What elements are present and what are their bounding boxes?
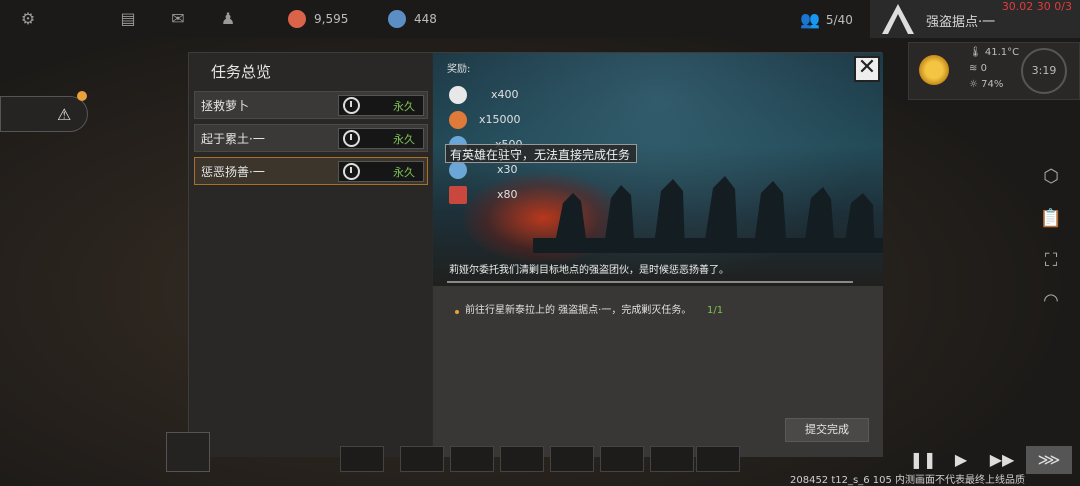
quest-artwork: 奖励: x400 x15000 x500 x30 x80 莉娅尔委托我们清剿目标… (433, 53, 883, 286)
food-amount: 9,595 (314, 12, 349, 26)
reward-amount: x80 (497, 188, 518, 201)
toolbar-slot[interactable] (450, 446, 494, 472)
fast-forward-icon[interactable]: ▶▶ (984, 446, 1020, 474)
cube-icon[interactable]: ⬡ (1038, 164, 1064, 190)
quest-duration: 永久 (338, 161, 424, 182)
duration-label: 永久 (393, 166, 415, 179)
toolbar-slot[interactable] (400, 446, 444, 472)
objective-panel: 前往行星新泰拉上的 强盗据点·一，完成剿灭任务。 1/1 提交完成 (433, 286, 883, 457)
alert-button[interactable]: ⚠ (0, 91, 88, 132)
tech-resource: 448 (388, 10, 437, 28)
time-dial: 3:19 (1021, 48, 1067, 94)
fastest-forward-icon[interactable]: ⋙ (1026, 446, 1072, 474)
objective-text: 前往行星新泰拉上的 强盗据点·一，完成剿灭任务。 (465, 305, 692, 316)
duration-label: 永久 (393, 100, 415, 113)
build-info: 208452 t12_s_6 105 内测画面不代表最终上线品质 (790, 475, 1026, 486)
quest-name: 拯救萝卜 (201, 99, 250, 113)
population-count: 5/40 (825, 12, 853, 27)
toolbar-slot[interactable] (550, 446, 594, 472)
population[interactable]: 👥 5/40 (800, 10, 853, 29)
location-title: 强盗据点·一 (926, 15, 996, 30)
faction-logo-icon (882, 4, 914, 34)
globe-icon[interactable]: ◠ (1038, 288, 1064, 314)
clipboard-icon[interactable]: 📋 (1038, 206, 1064, 232)
toolbar-slot[interactable] (696, 446, 740, 472)
weather-panel[interactable]: 🌡 41.1°C ≋ 0 ☼ 74% 3:19 (908, 42, 1080, 100)
badge-icon (449, 86, 467, 104)
bullet-icon (455, 310, 459, 314)
meat-resource-icon (288, 10, 306, 28)
clock-icon (343, 163, 360, 180)
tech-amount: 448 (414, 12, 437, 26)
clock-icon (343, 130, 360, 147)
game-clock: 30.02 30 0/3 (1001, 0, 1072, 13)
mail-icon[interactable]: ✉ (168, 9, 188, 29)
toolbar-slot[interactable] (340, 446, 384, 472)
bottom-toolbar (340, 446, 740, 474)
reward-amount: x400 (491, 88, 519, 101)
clock-icon (343, 97, 360, 114)
build-menu-icon[interactable] (166, 432, 210, 472)
quest-item-selected[interactable]: 惩恶扬善·一 永久 (194, 157, 428, 185)
quest-overview-modal: 任务总览 拯救萝卜 永久 起于累土·一 永久 惩恶扬善·一 永久 奖励: x40… (188, 52, 883, 457)
settings-gear-icon[interactable]: ⚙ (18, 9, 38, 29)
people-icon: 👥 (800, 10, 820, 29)
crate-icon (449, 186, 467, 204)
reward-label: 奖励: (447, 64, 471, 75)
food-resource: 9,595 (288, 10, 348, 28)
close-icon[interactable]: ✕ (854, 56, 880, 82)
duration-label: 永久 (393, 133, 415, 146)
scan-icon[interactable]: ⛶ (1038, 248, 1064, 274)
sun-icon (919, 55, 949, 85)
toolbar-slot[interactable] (650, 446, 694, 472)
warning-icon: ⚠ (57, 105, 72, 124)
quest-duration: 永久 (338, 95, 424, 116)
tech-icon (449, 161, 467, 179)
temperature-row: 🌡 41.1°C (969, 47, 1020, 58)
meat-icon (449, 111, 467, 129)
objective-progress: 1/1 (707, 305, 724, 316)
toolbar-slot[interactable] (600, 446, 644, 472)
top-bar: ⚙ ▤ ✉ ♟ 9,595 448 👥 5/40 强盗据点·一 30.02 30… (0, 0, 1080, 38)
tooltip: 有英雄在驻守，无法直接完成任务 (445, 144, 637, 163)
quest-name: 惩恶扬善·一 (201, 165, 265, 179)
reward-amount: x15000 (479, 113, 521, 126)
chat-icon[interactable]: ▤ (118, 9, 138, 29)
wind-value: 0 (980, 63, 987, 74)
reward-amount: x30 (497, 163, 518, 176)
pause-icon[interactable]: ❚❚ (906, 446, 940, 474)
quest-duration: 永久 (338, 128, 424, 149)
submit-button[interactable]: 提交完成 (785, 418, 869, 442)
play-icon[interactable]: ▶ (944, 446, 978, 474)
modal-title: 任务总览 (211, 63, 272, 81)
quest-list: 任务总览 拯救萝卜 永久 起于累土·一 永久 惩恶扬善·一 永久 (189, 53, 432, 457)
humidity-value: 74% (981, 79, 1004, 90)
quest-item[interactable]: 拯救萝卜 永久 (194, 91, 428, 119)
quest-item[interactable]: 起于累土·一 永久 (194, 124, 428, 152)
temperature-value: 41.1°C (984, 47, 1020, 58)
wind-row: ≋ 0 (969, 63, 987, 74)
quest-name: 起于累土·一 (201, 132, 265, 146)
tech-resource-icon (388, 10, 406, 28)
quest-story: 莉娅尔委托我们清剿目标地点的强盗团伙，是时候惩恶扬善了。 (449, 265, 729, 276)
humidity-row: ☼ 74% (969, 79, 1004, 90)
toolbar-slot[interactable] (500, 446, 544, 472)
notification-badge (77, 91, 87, 101)
character-icon[interactable]: ♟ (218, 9, 238, 29)
story-divider (447, 281, 853, 283)
